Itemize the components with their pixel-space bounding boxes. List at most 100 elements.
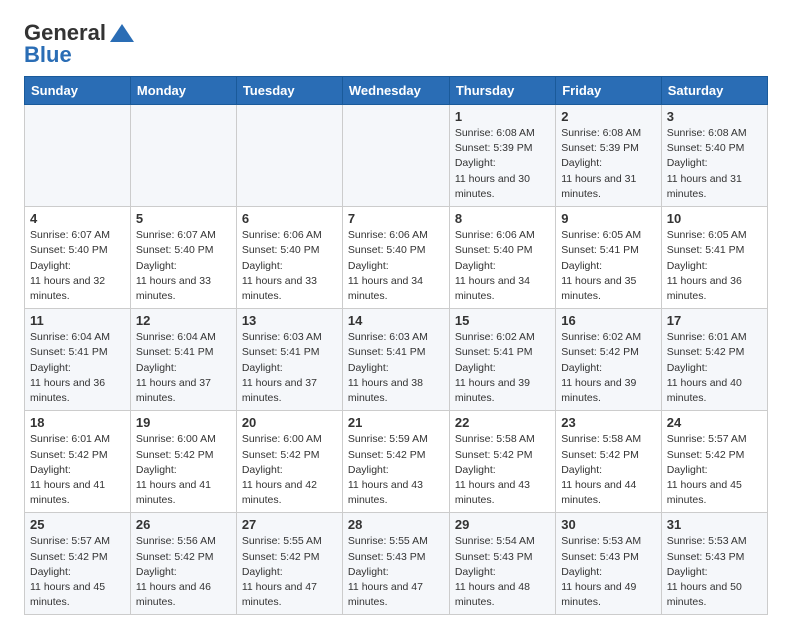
day-number: 28	[348, 517, 444, 532]
cell-content: Sunrise: 6:07 AMSunset: 5:40 PMDaylight:…	[30, 228, 125, 304]
day-number: 22	[455, 415, 550, 430]
day-number: 16	[561, 313, 656, 328]
day-header-wednesday: Wednesday	[342, 77, 449, 105]
day-number: 1	[455, 109, 550, 124]
day-number: 9	[561, 211, 656, 226]
logo-blue-text: Blue	[24, 42, 72, 68]
calendar-cell: 16 Sunrise: 6:02 AMSunset: 5:42 PMDayligh…	[556, 309, 662, 411]
week-row-3: 11 Sunrise: 6:04 AMSunset: 5:41 PMDayligh…	[25, 309, 768, 411]
day-header-friday: Friday	[556, 77, 662, 105]
day-header-saturday: Saturday	[661, 77, 767, 105]
cell-content: Sunrise: 6:02 AMSunset: 5:41 PMDaylight:…	[455, 330, 550, 406]
cell-content: Sunrise: 6:02 AMSunset: 5:42 PMDaylight:…	[561, 330, 656, 406]
day-number: 23	[561, 415, 656, 430]
day-number: 24	[667, 415, 762, 430]
day-number: 26	[136, 517, 231, 532]
cell-content: Sunrise: 5:53 AMSunset: 5:43 PMDaylight:…	[561, 534, 656, 610]
calendar-table: SundayMondayTuesdayWednesdayThursdayFrid…	[24, 76, 768, 615]
cell-content: Sunrise: 5:57 AMSunset: 5:42 PMDaylight:…	[667, 432, 762, 508]
calendar-cell: 17Sunrise: 6:01 AMSunset: 5:42 PMDayligh…	[661, 309, 767, 411]
calendar-cell: 15 Sunrise: 6:02 AMSunset: 5:41 PMDayligh…	[449, 309, 555, 411]
cell-content: Sunrise: 5:56 AMSunset: 5:42 PMDaylight:…	[136, 534, 231, 610]
week-row-4: 18 Sunrise: 6:01 AMSunset: 5:42 PMDayligh…	[25, 411, 768, 513]
day-number: 25	[30, 517, 125, 532]
day-number: 13	[242, 313, 337, 328]
calendar-cell: 11 Sunrise: 6:04 AMSunset: 5:41 PMDayligh…	[25, 309, 131, 411]
calendar-cell: 24 Sunrise: 5:57 AMSunset: 5:42 PMDayligh…	[661, 411, 767, 513]
calendar-cell: 19Sunrise: 6:00 AMSunset: 5:42 PMDayligh…	[130, 411, 236, 513]
day-header-monday: Monday	[130, 77, 236, 105]
logo: General Blue	[24, 20, 136, 68]
cell-content: Sunrise: 6:03 AMSunset: 5:41 PMDaylight:…	[348, 330, 444, 406]
calendar-cell: 4 Sunrise: 6:07 AMSunset: 5:40 PMDaylight…	[25, 207, 131, 309]
day-number: 21	[348, 415, 444, 430]
day-header-sunday: Sunday	[25, 77, 131, 105]
day-number: 27	[242, 517, 337, 532]
calendar-cell: 1 Sunrise: 6:08 AMSunset: 5:39 PMDaylight…	[449, 105, 555, 207]
cell-content: Sunrise: 6:03 AMSunset: 5:41 PMDaylight:…	[242, 330, 337, 406]
calendar-cell: 20Sunrise: 6:00 AMSunset: 5:42 PMDayligh…	[236, 411, 342, 513]
day-number: 4	[30, 211, 125, 226]
cell-content: Sunrise: 6:06 AMSunset: 5:40 PMDaylight:…	[455, 228, 550, 304]
day-number: 17	[667, 313, 762, 328]
day-number: 11	[30, 313, 125, 328]
header-row: SundayMondayTuesdayWednesdayThursdayFrid…	[25, 77, 768, 105]
calendar-cell: 23Sunrise: 5:58 AMSunset: 5:42 PMDayligh…	[556, 411, 662, 513]
cell-content: Sunrise: 5:59 AMSunset: 5:42 PMDaylight:…	[348, 432, 444, 508]
day-number: 31	[667, 517, 762, 532]
day-number: 15	[455, 313, 550, 328]
calendar-cell: 9 Sunrise: 6:05 AMSunset: 5:41 PMDaylight…	[556, 207, 662, 309]
cell-content: Sunrise: 6:07 AMSunset: 5:40 PMDaylight:…	[136, 228, 231, 304]
calendar-cell: 31Sunrise: 5:53 AMSunset: 5:43 PMDayligh…	[661, 513, 767, 615]
logo-icon	[108, 22, 136, 44]
day-number: 6	[242, 211, 337, 226]
cell-content: Sunrise: 6:08 AMSunset: 5:40 PMDaylight:…	[667, 126, 762, 202]
cell-content: Sunrise: 6:01 AMSunset: 5:42 PMDaylight:…	[30, 432, 125, 508]
calendar-cell	[25, 105, 131, 207]
cell-content: Sunrise: 5:58 AMSunset: 5:42 PMDaylight:…	[455, 432, 550, 508]
calendar-cell: 3 Sunrise: 6:08 AMSunset: 5:40 PMDaylight…	[661, 105, 767, 207]
cell-content: Sunrise: 6:08 AMSunset: 5:39 PMDaylight:…	[455, 126, 550, 202]
calendar-cell: 21 Sunrise: 5:59 AMSunset: 5:42 PMDayligh…	[342, 411, 449, 513]
cell-content: Sunrise: 6:06 AMSunset: 5:40 PMDaylight:…	[348, 228, 444, 304]
calendar-cell: 22 Sunrise: 5:58 AMSunset: 5:42 PMDayligh…	[449, 411, 555, 513]
calendar-cell: 13 Sunrise: 6:03 AMSunset: 5:41 PMDayligh…	[236, 309, 342, 411]
day-number: 2	[561, 109, 656, 124]
week-row-1: 1 Sunrise: 6:08 AMSunset: 5:39 PMDaylight…	[25, 105, 768, 207]
day-number: 8	[455, 211, 550, 226]
cell-content: Sunrise: 6:08 AMSunset: 5:39 PMDaylight:…	[561, 126, 656, 202]
day-header-tuesday: Tuesday	[236, 77, 342, 105]
day-number: 18	[30, 415, 125, 430]
day-number: 12	[136, 313, 231, 328]
calendar-cell: 18 Sunrise: 6:01 AMSunset: 5:42 PMDayligh…	[25, 411, 131, 513]
day-number: 19	[136, 415, 231, 430]
cell-content: Sunrise: 5:55 AMSunset: 5:43 PMDaylight:…	[348, 534, 444, 610]
calendar-cell: 2 Sunrise: 6:08 AMSunset: 5:39 PMDaylight…	[556, 105, 662, 207]
day-number: 10	[667, 211, 762, 226]
calendar-cell: 28 Sunrise: 5:55 AMSunset: 5:43 PMDayligh…	[342, 513, 449, 615]
day-number: 5	[136, 211, 231, 226]
day-number: 20	[242, 415, 337, 430]
cell-content: Sunrise: 6:04 AMSunset: 5:41 PMDaylight:…	[30, 330, 125, 406]
cell-content: Sunrise: 5:55 AMSunset: 5:42 PMDaylight:…	[242, 534, 337, 610]
calendar-cell: 8 Sunrise: 6:06 AMSunset: 5:40 PMDaylight…	[449, 207, 555, 309]
cell-content: Sunrise: 6:05 AMSunset: 5:41 PMDaylight:…	[561, 228, 656, 304]
calendar-cell: 25 Sunrise: 5:57 AMSunset: 5:42 PMDayligh…	[25, 513, 131, 615]
calendar-cell: 26 Sunrise: 5:56 AMSunset: 5:42 PMDayligh…	[130, 513, 236, 615]
day-number: 30	[561, 517, 656, 532]
calendar-cell: 7 Sunrise: 6:06 AMSunset: 5:40 PMDaylight…	[342, 207, 449, 309]
header: General Blue	[24, 20, 768, 68]
day-header-thursday: Thursday	[449, 77, 555, 105]
day-number: 7	[348, 211, 444, 226]
calendar-cell: 6Sunrise: 6:06 AMSunset: 5:40 PMDaylight…	[236, 207, 342, 309]
cell-content: Sunrise: 6:04 AMSunset: 5:41 PMDaylight:…	[136, 330, 231, 406]
cell-content: Sunrise: 6:05 AMSunset: 5:41 PMDaylight:…	[667, 228, 762, 304]
calendar-cell	[130, 105, 236, 207]
calendar-cell: 12 Sunrise: 6:04 AMSunset: 5:41 PMDayligh…	[130, 309, 236, 411]
calendar-cell: 27 Sunrise: 5:55 AMSunset: 5:42 PMDayligh…	[236, 513, 342, 615]
day-number: 3	[667, 109, 762, 124]
calendar-cell: 5 Sunrise: 6:07 AMSunset: 5:40 PMDaylight…	[130, 207, 236, 309]
cell-content: Sunrise: 5:57 AMSunset: 5:42 PMDaylight:…	[30, 534, 125, 610]
week-row-2: 4 Sunrise: 6:07 AMSunset: 5:40 PMDaylight…	[25, 207, 768, 309]
day-number: 14	[348, 313, 444, 328]
